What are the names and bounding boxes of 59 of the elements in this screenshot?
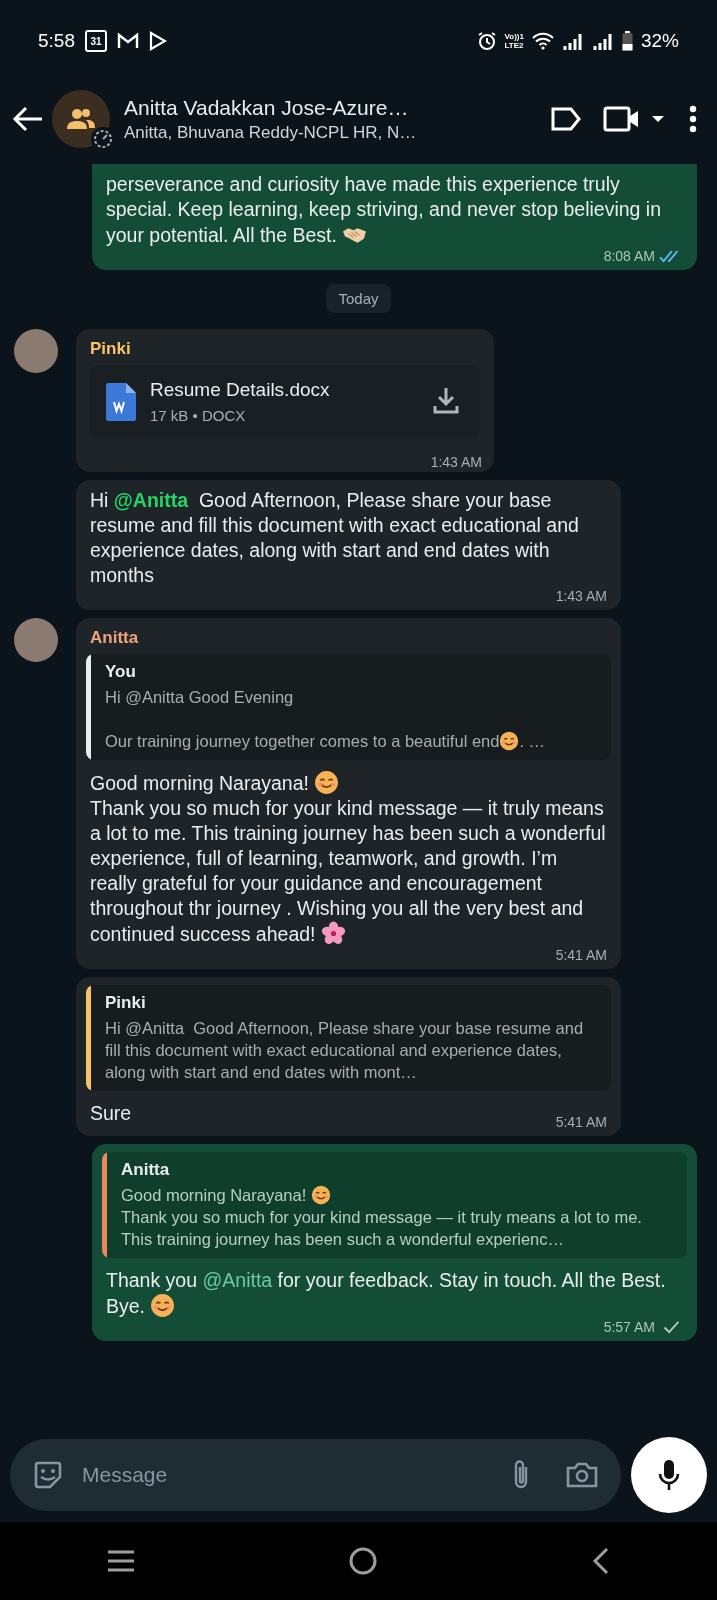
calendar-icon: 31	[85, 30, 107, 52]
back-button[interactable]	[12, 105, 44, 133]
alarm-icon	[476, 31, 497, 51]
home-button[interactable]	[348, 1546, 379, 1576]
file-name: Resume Details.docx	[150, 379, 331, 401]
message-input[interactable]: Message	[80, 1462, 493, 1488]
message-time: 5:41 AM	[555, 947, 607, 963]
chat-title[interactable]: Anitta Vadakkan Jose-Azure…	[124, 95, 543, 120]
quoted-message[interactable]: You Hi @Anitta Good Evening Our training journey together comes to a beautiful end . …	[86, 654, 611, 760]
smiling-face-icon	[314, 770, 340, 795]
photo-placeholder[interactable]	[14, 329, 58, 373]
battery-percent: 32%	[640, 30, 679, 52]
message-time: 5:41 AM	[555, 1114, 607, 1130]
recent-apps-button[interactable]	[106, 1549, 137, 1573]
label-button[interactable]	[551, 107, 581, 131]
camera-icon[interactable]	[565, 1461, 599, 1489]
status-time: 5:58	[38, 30, 75, 52]
microphone-icon	[658, 1459, 680, 1491]
play-icon	[149, 31, 167, 51]
photo-placeholder[interactable]	[14, 618, 58, 662]
file-meta: 17 kB • DOCX	[150, 407, 247, 424]
smiling-face-icon	[499, 731, 520, 751]
message-text: Sure	[90, 1101, 132, 1126]
message-time: 1:43 AM	[430, 454, 482, 470]
back-nav-button[interactable]	[590, 1546, 611, 1576]
sender-name: Anitta	[90, 628, 140, 648]
message-text: Good morning Narayana! Thank you so much for your kind message — it truly means a lot to me. This training journey has been such a wonderful experience, full of learning, teamwork, and growth. I’m really grateful for your guidance and encouragement throughout thr journey . Wishing you all the very best and continued success ahead!	[90, 770, 607, 947]
quoted-author: Anitta	[121, 1160, 171, 1180]
date-chip: Today	[326, 284, 391, 313]
document-icon	[106, 382, 136, 421]
mail-icon	[117, 32, 139, 50]
wifi-icon	[531, 32, 554, 50]
quoted-text: Good morning Narayana! Thank you so much for your kind message — it truly means a lot to me. This training journey has been such a wonderful experienc…	[121, 1184, 643, 1250]
more-button[interactable]	[689, 105, 697, 133]
signal-icon	[561, 32, 584, 50]
message-text: Thank you @Anitta for your feedback. Stay in touch. All the Best. Bye.	[106, 1268, 667, 1319]
quoted-text: Hi @Anitta Good Evening Our training journey together comes to a beautiful end . …	[105, 687, 546, 752]
message-time: 1:43 AM	[555, 588, 607, 604]
network-label: Vo))1 LTE2	[504, 32, 524, 50]
quoted-message[interactable]: Pinki Hi @Anitta Good Afternoon, Please share your base resume and fill this document with exact educational and experience dates, along with start and end dates with mont…	[86, 985, 611, 1091]
chat-members: Anitta, Bhuvana Reddy-NCPL HR, N…	[124, 122, 418, 143]
file-attachment[interactable]: Resume Details.docx 17 kB • DOCX	[90, 365, 480, 438]
flower-icon	[320, 921, 346, 946]
message-time: 8:08 AM	[603, 248, 683, 264]
sticker-icon[interactable]	[32, 1459, 64, 1491]
quoted-author: You	[105, 662, 137, 682]
battery-icon	[621, 31, 633, 51]
quoted-author: Pinki	[105, 993, 147, 1013]
signal-icon	[591, 32, 614, 50]
quoted-message[interactable]: Anitta Good morning Narayana! Thank you so much for your kind message — it truly means a lot to me. This training journey has been such a wonderful experienc…	[102, 1152, 687, 1258]
message-time: 5:57 AM	[603, 1319, 683, 1335]
message-text: perseverance and curiosity have made this experience truly special. Keep learning, keep striving, and never stop believing in your potential. All the Best.	[106, 172, 662, 248]
smiling-face-icon	[310, 1185, 331, 1205]
group-icon	[67, 108, 95, 130]
video-call-button[interactable]	[603, 105, 667, 133]
quoted-text: Hi @Anitta Good Afternoon, Please share your base resume and fill this document with exact educational and experience dates, along with start and end dates with mont…	[105, 1018, 585, 1083]
smiling-face-icon	[150, 1293, 176, 1318]
message-text: Hi @Anitta Good Afternoon, Please share your base resume and fill this document with exact educational and experience dates, along with start and end dates with months	[90, 488, 580, 588]
sender-name: Pinki	[90, 339, 132, 359]
